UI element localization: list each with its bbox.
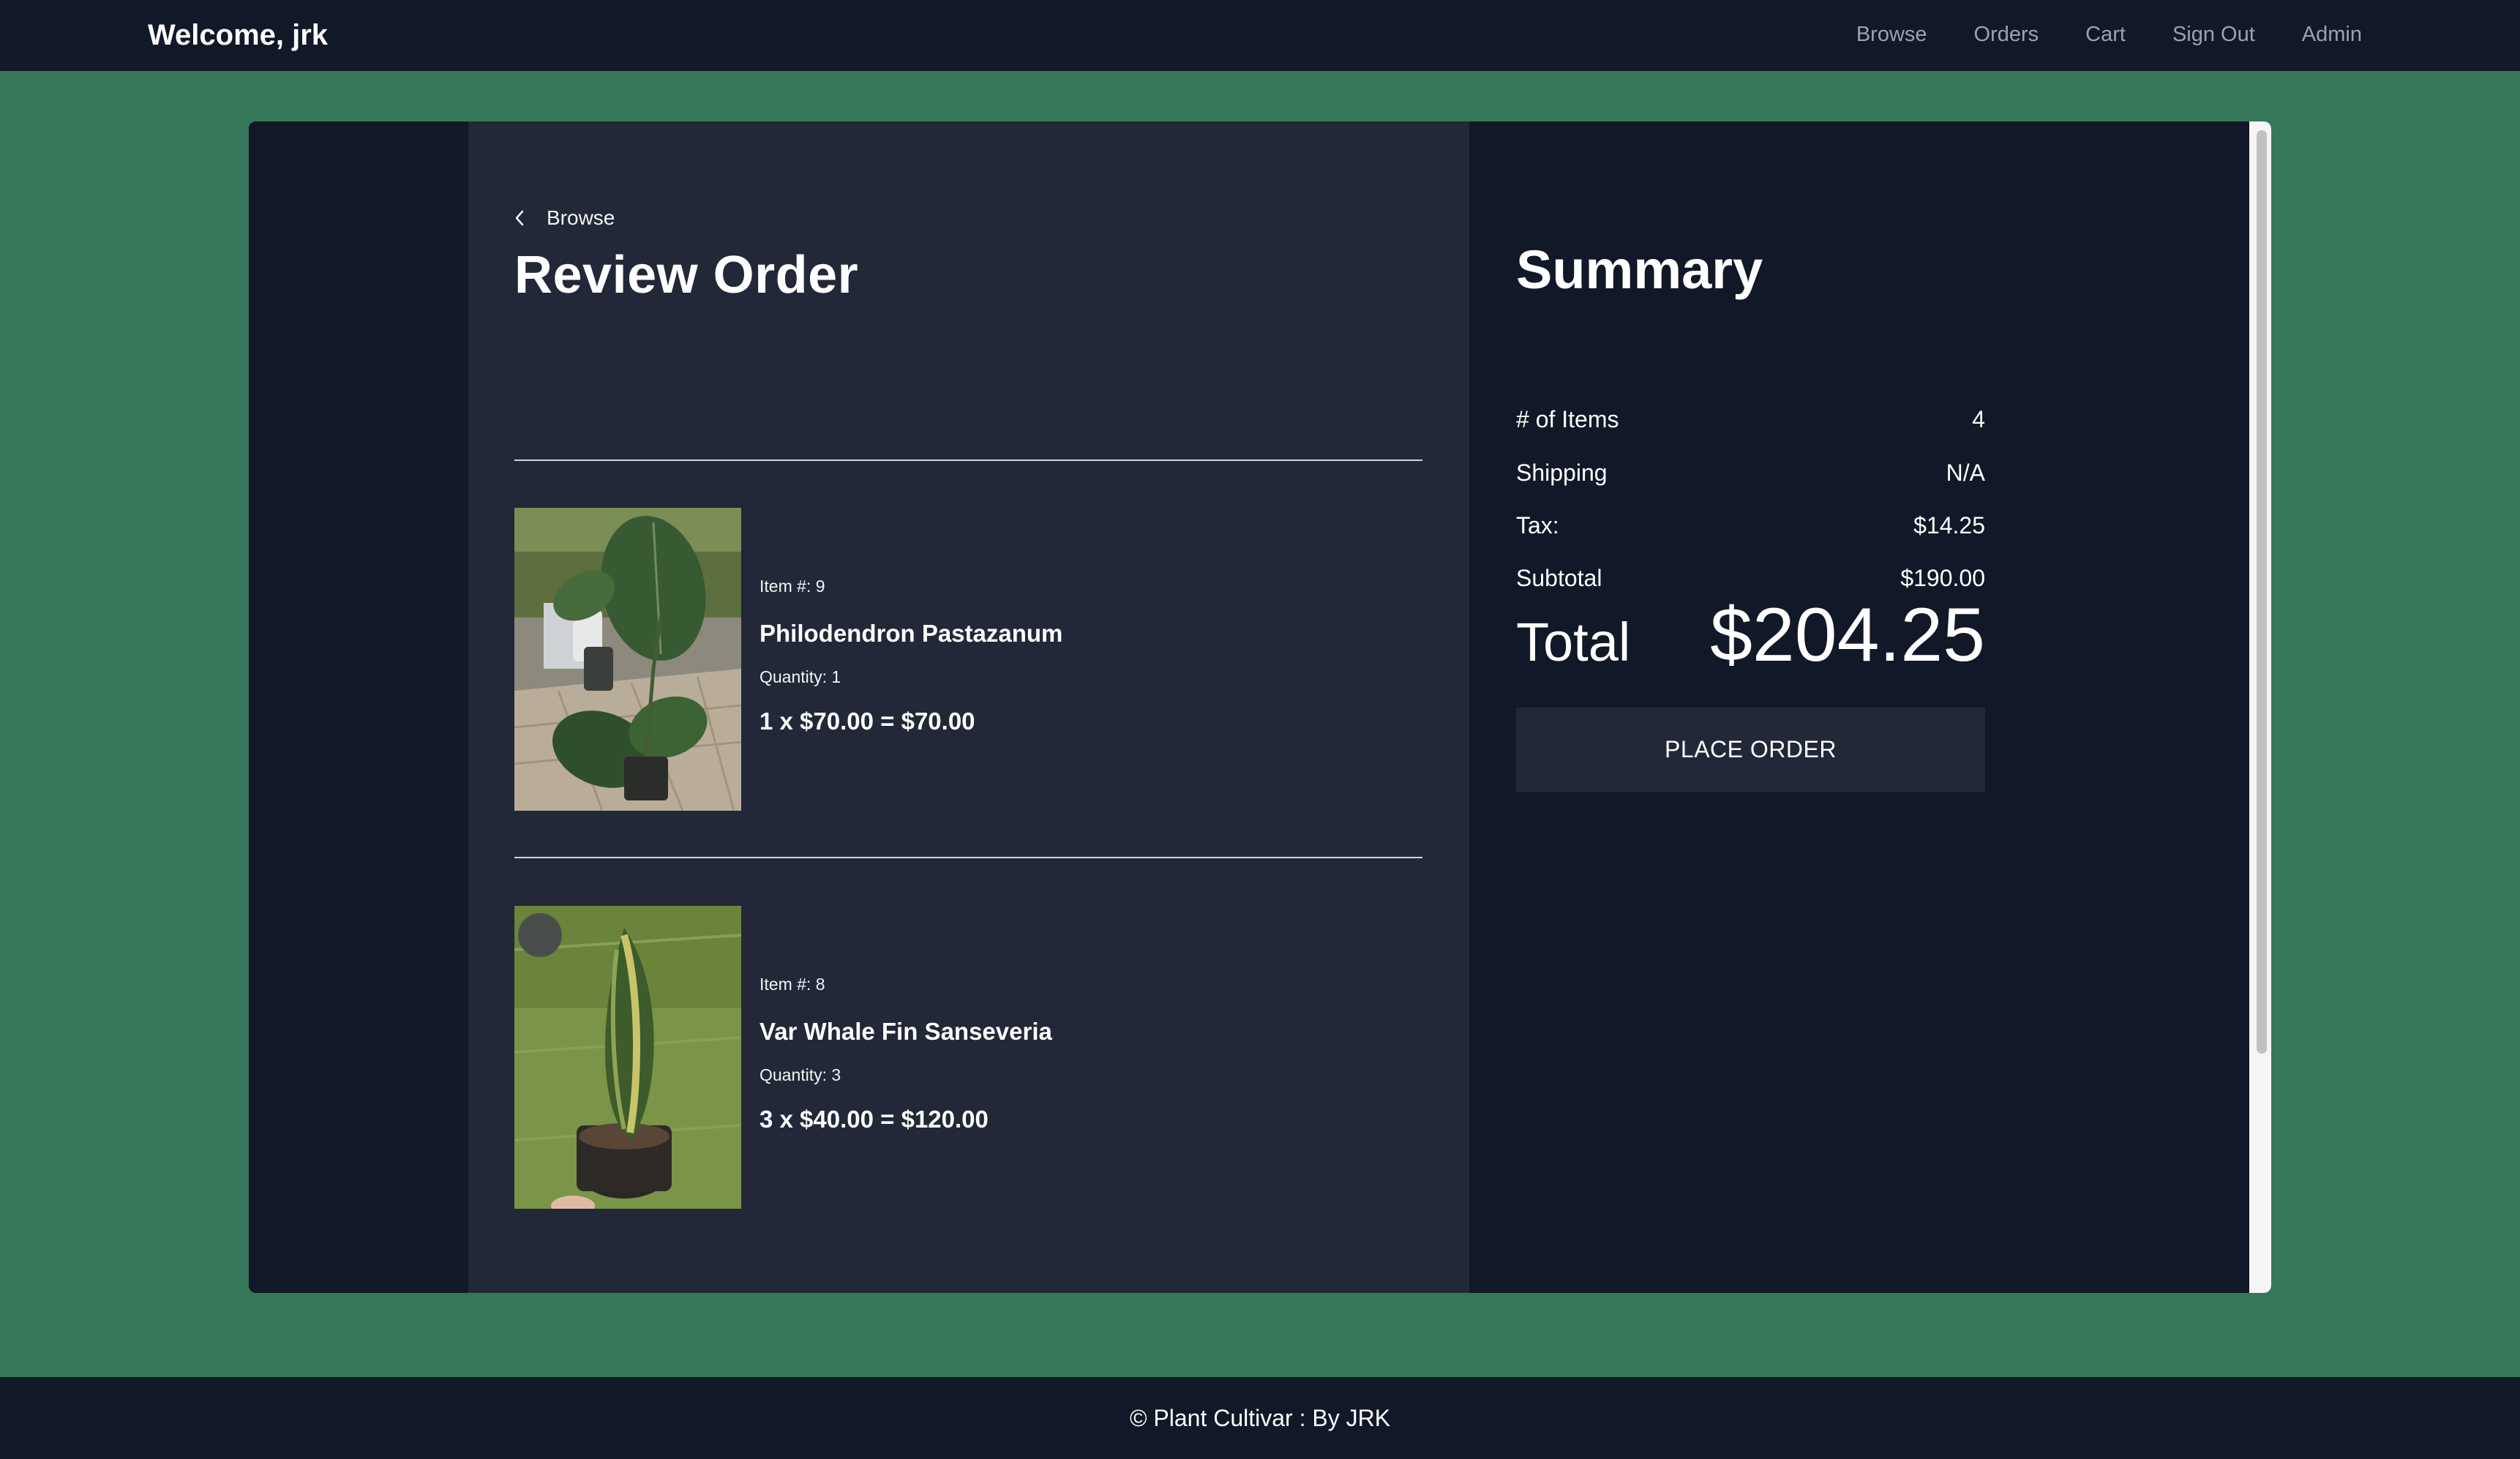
total-value: $204.25 bbox=[1710, 593, 1985, 678]
summary-value: $14.25 bbox=[1913, 512, 1985, 539]
place-order-button[interactable]: PLACE ORDER bbox=[1516, 708, 1985, 792]
item-line-total: 1 x $70.00 = $70.00 bbox=[760, 708, 975, 735]
checkout-panel: Browse Review Order Item #: 9 Philodendr… bbox=[249, 121, 2271, 1293]
nav-link-orders[interactable]: Orders bbox=[1974, 20, 2039, 49]
nav-link-sign-out[interactable]: Sign Out bbox=[2172, 20, 2255, 49]
summary-row-subtotal: Subtotal $190.00 bbox=[1516, 562, 1985, 594]
footer-text: © Plant Cultivar : By JRK bbox=[1129, 1405, 1391, 1431]
item-name: Philodendron Pastazanum bbox=[760, 620, 1063, 647]
summary-row-shipping: Shipping N/A bbox=[1516, 457, 1985, 489]
back-link-label: Browse bbox=[547, 206, 615, 229]
summary-label: # of Items bbox=[1516, 406, 1619, 432]
item-quantity: Quantity: 1 bbox=[760, 667, 841, 686]
total-label: Total bbox=[1516, 612, 1631, 672]
order-item: Item #: 8 Var Whale Fin Sanseveria Quant… bbox=[514, 906, 1422, 1209]
summary-row-items: # of Items 4 bbox=[1516, 403, 1985, 435]
item-quantity: Quantity: 3 bbox=[760, 1065, 841, 1084]
nav-link-browse[interactable]: Browse bbox=[1856, 20, 1927, 49]
summary-label: Tax: bbox=[1516, 512, 1559, 539]
item-number: Item #: 8 bbox=[760, 975, 825, 994]
left-gutter bbox=[249, 121, 468, 1293]
nav-link-admin[interactable]: Admin bbox=[2302, 20, 2362, 49]
order-summary-section: Summary # of Items 4 Shipping N/A Tax: $… bbox=[1469, 121, 2249, 1293]
summary-title: Summary bbox=[1516, 239, 1763, 300]
chevron-left-icon bbox=[514, 203, 532, 233]
scrollbar-thumb[interactable] bbox=[2257, 130, 2267, 1054]
top-navbar: Welcome, jrk Browse Orders Cart Sign Out… bbox=[0, 0, 2520, 71]
review-order-section: Browse Review Order Item #: 9 Philodendr… bbox=[468, 121, 1469, 1293]
footer: © Plant Cultivar : By JRK bbox=[0, 1377, 2520, 1459]
divider bbox=[514, 460, 1422, 461]
nav-links: Browse Orders Cart Sign Out Admin bbox=[1856, 20, 2362, 49]
page-title: Review Order bbox=[514, 246, 859, 304]
summary-row-tax: Tax: $14.25 bbox=[1516, 509, 1985, 541]
item-info: Item #: 9 Philodendron Pastazanum Quanti… bbox=[760, 574, 1062, 738]
summary-value: 4 bbox=[1972, 406, 1985, 432]
summary-total-row: Total $204.25 bbox=[1516, 591, 1985, 679]
summary-label: Shipping bbox=[1516, 460, 1608, 486]
item-name: Var Whale Fin Sanseveria bbox=[760, 1018, 1052, 1045]
summary-value: N/A bbox=[1946, 460, 1985, 486]
product-image-philodendron bbox=[514, 508, 741, 811]
order-item: Item #: 9 Philodendron Pastazanum Quanti… bbox=[514, 508, 1422, 811]
welcome-brand[interactable]: Welcome, jrk bbox=[148, 16, 328, 54]
item-info: Item #: 8 Var Whale Fin Sanseveria Quant… bbox=[760, 972, 1052, 1136]
summary-label: Subtotal bbox=[1516, 565, 1602, 591]
back-to-browse-link[interactable]: Browse bbox=[514, 203, 615, 233]
nav-link-cart[interactable]: Cart bbox=[2085, 20, 2126, 49]
item-line-total: 3 x $40.00 = $120.00 bbox=[760, 1106, 989, 1133]
divider bbox=[514, 857, 1422, 858]
summary-value: $190.00 bbox=[1900, 565, 1985, 591]
item-number: Item #: 9 bbox=[760, 577, 825, 596]
product-image-sanseveria bbox=[514, 906, 741, 1209]
